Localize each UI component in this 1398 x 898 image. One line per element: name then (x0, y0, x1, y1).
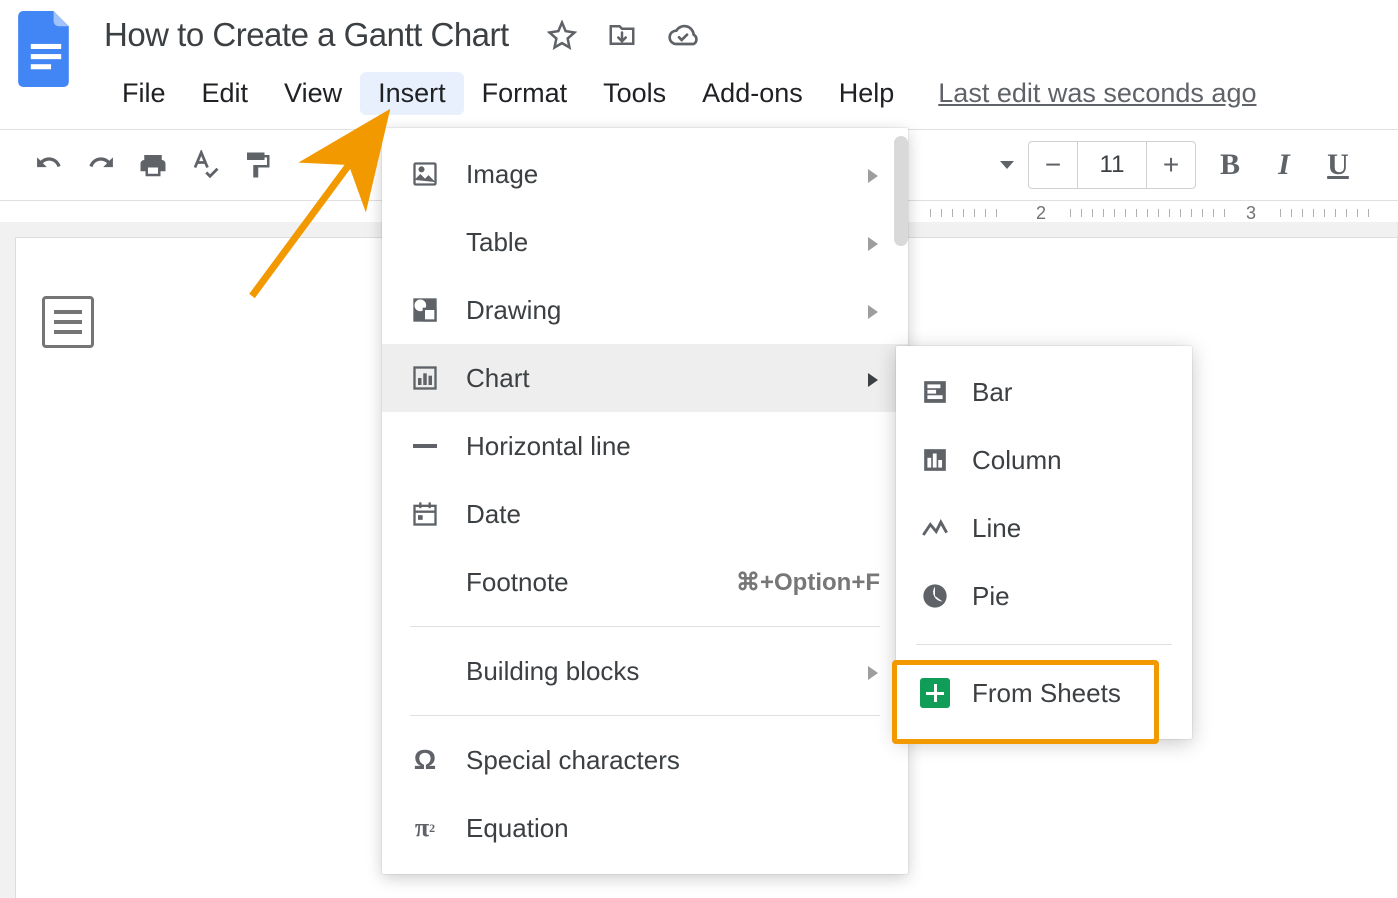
submenu-arrow-icon (868, 295, 880, 326)
menu-label: Chart (466, 363, 530, 394)
menu-label: Drawing (466, 295, 561, 326)
blank-icon (410, 567, 440, 597)
menu-label: Image (466, 159, 538, 190)
insert-special-characters[interactable]: Ω Special characters (382, 726, 908, 794)
menu-label: Bar (972, 377, 1012, 408)
keyboard-shortcut: ⌘+Option+F (736, 568, 880, 597)
insert-table[interactable]: Table (382, 208, 908, 276)
blank-icon (410, 227, 440, 257)
menu-file[interactable]: File (104, 72, 184, 115)
insert-dropdown: Image Table Drawing Chart Horizontal lin… (382, 128, 908, 874)
insert-horizontal-line[interactable]: Horizontal line (382, 412, 908, 480)
menu-label: Horizontal line (466, 431, 631, 462)
doc-title[interactable]: How to Create a Gantt Chart (104, 16, 509, 54)
menu-separator (410, 626, 880, 627)
chart-submenu: Bar Column Line Pie From Sheets (896, 346, 1192, 739)
insert-drawing[interactable]: Drawing (382, 276, 908, 344)
font-size-increase[interactable]: + (1147, 142, 1195, 188)
pi-icon: π2 (410, 813, 440, 843)
menu-label: Table (466, 227, 528, 258)
submenu-arrow-icon (868, 363, 880, 394)
chart-bar[interactable]: Bar (896, 358, 1192, 426)
move-icon[interactable] (607, 20, 637, 50)
chart-column[interactable]: Column (896, 426, 1192, 494)
menu-tools[interactable]: Tools (585, 72, 684, 115)
italic-button[interactable]: I (1264, 148, 1304, 182)
drawing-icon (410, 295, 440, 325)
print-icon[interactable] (138, 150, 168, 180)
column-icon (920, 445, 950, 475)
cloud-status-icon[interactable] (667, 20, 697, 50)
submenu-arrow-icon (868, 159, 880, 190)
insert-building-blocks[interactable]: Building blocks (382, 637, 908, 705)
star-icon[interactable] (547, 20, 577, 50)
font-size-stepper[interactable]: − 11 + (1028, 141, 1196, 189)
menu-format[interactable]: Format (464, 72, 586, 115)
insert-equation[interactable]: π2 Equation (382, 794, 908, 862)
ruler-mark: 2 (1036, 203, 1046, 224)
menu-separator (916, 644, 1172, 645)
blank-icon (410, 656, 440, 686)
insert-date[interactable]: Date (382, 480, 908, 548)
font-size-value[interactable]: 11 (1077, 142, 1147, 188)
undo-icon[interactable] (34, 150, 64, 180)
omega-icon: Ω (410, 745, 440, 775)
font-size-decrease[interactable]: − (1029, 142, 1077, 188)
menu-label: Equation (466, 813, 569, 844)
menu-label: Date (466, 499, 521, 530)
menu-view[interactable]: View (266, 72, 360, 115)
paint-format-icon[interactable] (242, 150, 272, 180)
menu-label: Pie (972, 581, 1010, 612)
menu-label: Special characters (466, 745, 680, 776)
sheets-icon (920, 678, 950, 708)
pie-icon (920, 581, 950, 611)
outline-toggle-icon[interactable] (42, 296, 94, 348)
chart-pie[interactable]: Pie (896, 562, 1192, 630)
menu-help[interactable]: Help (821, 72, 913, 115)
bar-icon (920, 377, 950, 407)
bold-button[interactable]: B (1210, 148, 1250, 182)
menu-label: Line (972, 513, 1021, 544)
ruler-mark: 3 (1246, 203, 1256, 224)
menu-edit[interactable]: Edit (184, 72, 267, 115)
menu-label: From Sheets (972, 678, 1121, 709)
date-icon (410, 499, 440, 529)
chart-icon (410, 363, 440, 393)
hline-icon (410, 431, 440, 461)
menu-insert[interactable]: Insert (360, 72, 464, 115)
docs-logo[interactable] (18, 10, 74, 88)
insert-image[interactable]: Image (382, 140, 908, 208)
insert-footnote[interactable]: Footnote ⌘+Option+F (382, 548, 908, 616)
menubar: File Edit View Insert Format Tools Add-o… (104, 72, 1380, 115)
chart-line[interactable]: Line (896, 494, 1192, 562)
menu-label: Column (972, 445, 1062, 476)
submenu-arrow-icon (868, 227, 880, 258)
insert-chart[interactable]: Chart (382, 344, 908, 412)
menu-addons[interactable]: Add-ons (684, 72, 821, 115)
chart-from-sheets[interactable]: From Sheets (896, 659, 1192, 727)
menu-label: Building blocks (466, 656, 639, 687)
redo-icon[interactable] (86, 150, 116, 180)
image-icon (410, 159, 440, 189)
underline-button[interactable]: U (1318, 148, 1358, 182)
menu-label: Footnote (466, 567, 569, 598)
line-icon (920, 513, 950, 543)
menu-separator (410, 715, 880, 716)
dropdown-caret-icon[interactable] (1000, 161, 1014, 169)
submenu-arrow-icon (868, 656, 880, 687)
last-edit-link[interactable]: Last edit was seconds ago (938, 78, 1256, 109)
spellcheck-icon[interactable] (190, 150, 220, 180)
